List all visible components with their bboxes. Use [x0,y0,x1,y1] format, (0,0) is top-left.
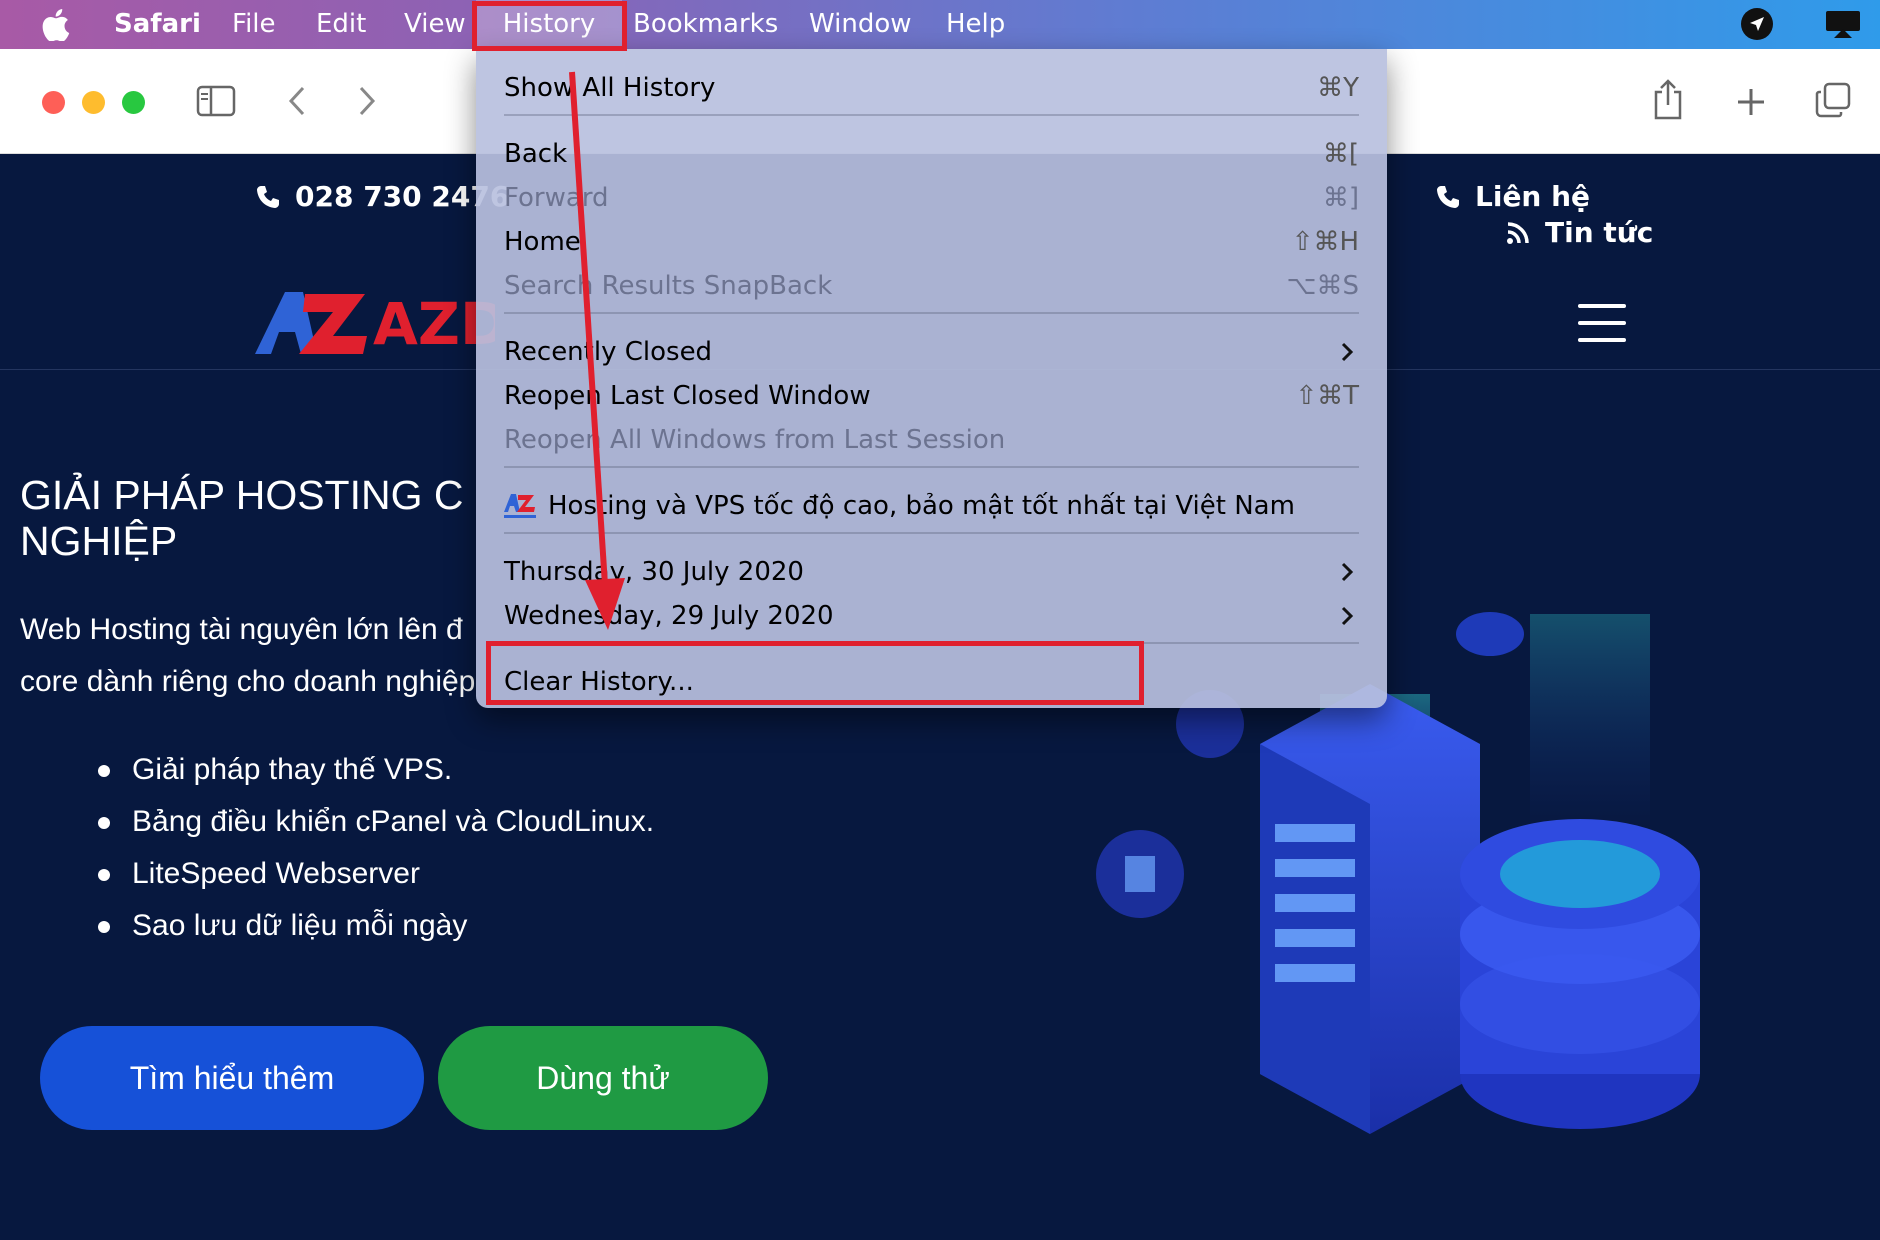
menu-item-recently-closed[interactable]: Recently Closed [476,330,1387,374]
phone-icon [257,185,279,208]
menu-separator [504,312,1359,314]
share-icon[interactable] [1650,77,1686,121]
close-window-button[interactable] [42,91,65,114]
menu-item-home[interactable]: Home ⇧⌘H [476,220,1387,264]
news-label: Tin tức [1545,216,1654,249]
hamburger-menu-icon[interactable] [1578,304,1626,342]
zoom-window-button[interactable] [122,91,145,114]
apple-icon[interactable] [42,0,74,49]
menu-item-reopen-all-windows[interactable]: Reopen All Windows from Last Session [476,418,1387,462]
history-menu: Show All History ⌘Y Back ⌘[ Forward ⌘] H… [476,49,1387,708]
menu-separator [504,466,1359,468]
hero-title: GIẢI PHÁP HOSTING C NGHIỆP [20,472,464,564]
new-tab-icon[interactable] [1734,85,1768,119]
display-icon[interactable] [1824,8,1862,40]
try-button[interactable]: Dùng thử [438,1026,768,1130]
menu-file[interactable]: File [232,0,276,49]
menu-item-shortcut: ⌘] [1322,183,1359,213]
location-arrow-icon[interactable] [1740,8,1774,40]
forward-icon[interactable] [354,83,380,119]
chevron-right-icon [1341,606,1354,626]
menu-item-label: Wednesday, 29 July 2020 [504,601,834,631]
menu-separator [504,114,1359,116]
menu-item-label: Hosting và VPS tốc độ cao, bảo mật tốt n… [548,491,1295,521]
menu-item-day-thursday[interactable]: Thursday, 30 July 2020 [476,550,1387,594]
menu-app-safari[interactable]: Safari [114,0,201,49]
header-phone[interactable]: 028 730 2476 [255,180,509,213]
menu-item-shortcut: ⌘Y [1317,73,1359,103]
phone-icon [1437,185,1459,208]
menu-item-label: Thursday, 30 July 2020 [504,557,804,587]
feature-list: Giải pháp thay thế VPS. Bảng điều khiển … [98,744,654,952]
menu-help[interactable]: Help [946,0,1005,49]
minimize-window-button[interactable] [82,91,105,114]
menu-item-label: Clear History... [504,667,694,697]
menu-bookmarks[interactable]: Bookmarks [633,0,778,49]
menu-item-clear-history[interactable]: Clear History... [476,660,1387,704]
menu-item-label: Show All History [504,73,716,103]
menu-item-label: Back [504,139,568,169]
menu-item-label: Forward [504,183,609,213]
hero-desc-line: core dành riêng cho doanh nghiệp [20,665,476,698]
rss-icon [1507,221,1529,244]
menu-item-shortcut: ⇧⌘T [1295,381,1359,411]
menu-history[interactable]: History [476,0,622,49]
menu-item-back[interactable]: Back ⌘[ [476,132,1387,176]
menu-item-shortcut: ⇧⌘H [1291,227,1359,257]
feature-item: LiteSpeed Webserver [98,848,654,900]
menu-item-reopen-last-closed-window[interactable]: Reopen Last Closed Window ⇧⌘T [476,374,1387,418]
feature-item: Giải pháp thay thế VPS. [98,744,654,796]
hero-description: Web Hosting tài nguyên lớn lên đ core dà… [20,604,480,708]
feature-item: Bảng điều khiển cPanel và CloudLinux. [98,796,654,848]
menu-item-label: Reopen All Windows from Last Session [504,425,1006,455]
azdigi-logo[interactable]: AZDI [255,284,495,359]
menu-separator [504,532,1359,534]
chevron-right-icon [1341,562,1354,582]
menu-item-forward[interactable]: Forward ⌘] [476,176,1387,220]
learn-more-button[interactable]: Tìm hiểu thêm [40,1026,424,1130]
menu-item-shortcut: ⌥⌘S [1286,271,1359,301]
menu-edit[interactable]: Edit [316,0,366,49]
menu-item-show-all-history[interactable]: Show All History ⌘Y [476,66,1387,110]
sidebar-icon[interactable] [196,83,236,119]
news-link[interactable]: Tin tức [1505,216,1653,249]
menu-item-label: Recently Closed [504,337,713,367]
azdigi-favicon-icon [504,494,536,518]
contact-label: Liên hệ [1475,180,1591,213]
menu-view[interactable]: View [404,0,466,49]
menu-item-search-snapback[interactable]: Search Results SnapBack ⌥⌘S [476,264,1387,308]
menu-separator [504,642,1359,644]
menu-item-label: Home [504,227,581,257]
menu-item-recent-page[interactable]: Hosting và VPS tốc độ cao, bảo mật tốt n… [476,484,1387,528]
contact-link[interactable]: Liên hệ [1435,180,1590,213]
back-icon[interactable] [284,83,310,119]
menu-item-shortcut: ⌘[ [1322,139,1359,169]
menu-item-label: Reopen Last Closed Window [504,381,871,411]
menu-item-label: Search Results SnapBack [504,271,833,301]
feature-item: Sao lưu dữ liệu mỗi ngày [98,900,654,952]
hero-desc-line: Web Hosting tài nguyên lớn lên đ [20,613,463,646]
macos-menu-bar: Safari File Edit View History Bookmarks … [0,0,1880,49]
menu-item-day-wednesday[interactable]: Wednesday, 29 July 2020 [476,594,1387,638]
menu-window[interactable]: Window [809,0,912,49]
chevron-right-icon [1341,342,1354,362]
tabs-overview-icon[interactable] [1814,81,1852,119]
